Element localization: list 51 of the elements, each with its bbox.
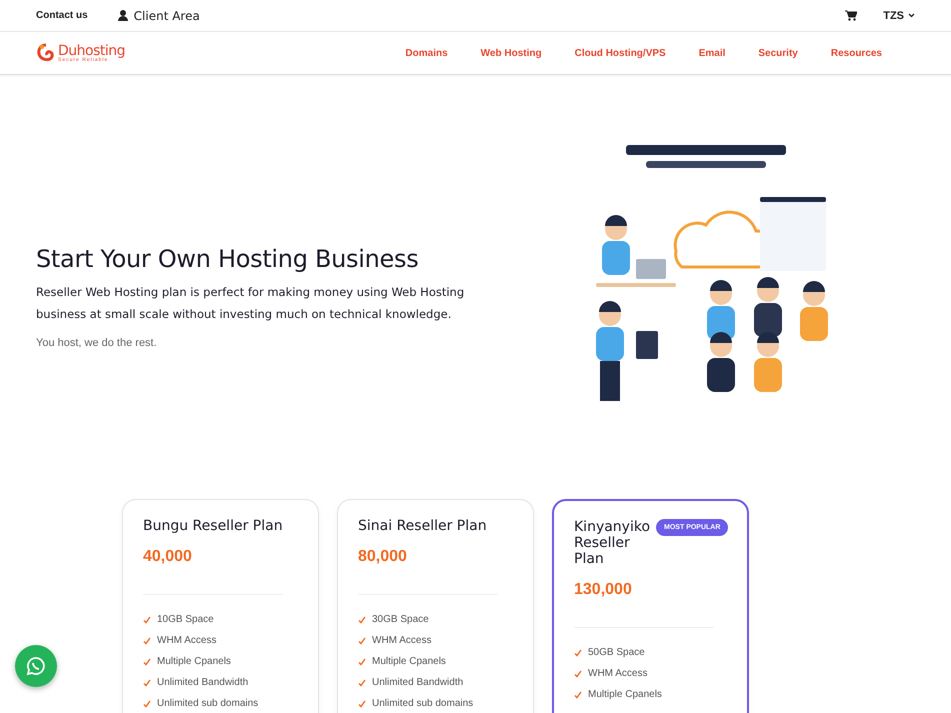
feature-text: WHM Access bbox=[157, 635, 216, 646]
hero-title: Start Your Own Hosting Business bbox=[36, 245, 420, 273]
check-icon bbox=[358, 700, 366, 708]
hero-note: You host, we do the rest. bbox=[36, 337, 158, 349]
plan-price: 40,000 bbox=[143, 548, 193, 566]
feature-text: Unlimited sub domains bbox=[372, 698, 474, 709]
check-icon bbox=[143, 678, 151, 686]
hero-description: Reseller Web Hosting plan is perfect for making money using Web Hosting business at small scale without investing much on technical knowledge. bbox=[36, 284, 466, 323]
plan-name: Sinai Reseller Plan bbox=[358, 518, 487, 534]
feature-text: Unlimited Bandwidth bbox=[372, 677, 464, 688]
plan-name: Bungu Reseller Plan bbox=[143, 518, 283, 534]
plan-price: 130,000 bbox=[574, 581, 633, 599]
feature-text: 10GB Space bbox=[157, 614, 214, 625]
nav-link[interactable]: Resources bbox=[830, 48, 882, 58]
nav-link[interactable]: Web Hosting bbox=[480, 48, 542, 58]
feature-text: Multiple Cpanels bbox=[372, 656, 446, 667]
check-icon bbox=[574, 690, 582, 698]
chat-bubble-icon bbox=[26, 656, 46, 676]
check-icon bbox=[574, 648, 582, 656]
chevron-down-icon bbox=[908, 13, 915, 18]
currency-selector[interactable]: TZS bbox=[883, 10, 915, 22]
check-icon bbox=[143, 658, 151, 666]
feature-text: Multiple Cpanels bbox=[588, 689, 662, 700]
contact-link[interactable]: Contact us bbox=[36, 10, 88, 21]
logo-name: Duhosting bbox=[58, 44, 126, 58]
nav-link[interactable]: Email bbox=[698, 48, 726, 58]
plan-price: 80,000 bbox=[358, 548, 408, 566]
feature-text: 30GB Space bbox=[372, 614, 429, 625]
nav-link[interactable]: Security bbox=[758, 48, 798, 58]
check-icon bbox=[358, 616, 366, 624]
nav-link[interactable]: Cloud Hosting/VPS bbox=[574, 48, 666, 58]
check-icon bbox=[143, 616, 151, 624]
check-icon bbox=[574, 670, 582, 678]
check-icon bbox=[143, 636, 151, 644]
check-icon bbox=[358, 636, 366, 644]
feature-text: Unlimited Bandwidth bbox=[157, 677, 248, 688]
logo-icon bbox=[36, 43, 56, 63]
check-icon bbox=[358, 678, 366, 686]
client-area-link[interactable]: Client Area bbox=[118, 8, 200, 22]
cart-icon[interactable] bbox=[845, 10, 858, 21]
feature-text: WHM Access bbox=[372, 635, 432, 646]
whatsapp-button[interactable] bbox=[15, 645, 57, 687]
user-icon bbox=[118, 10, 128, 21]
check-icon bbox=[143, 700, 151, 708]
feature-text: WHM Access bbox=[588, 668, 648, 679]
feature-text: Unlimited sub domains bbox=[157, 698, 258, 709]
nav-link[interactable]: Domains bbox=[405, 48, 448, 58]
feature-text: 50GB Space bbox=[588, 647, 645, 658]
check-icon bbox=[358, 658, 366, 666]
feature-text: Multiple Cpanels bbox=[157, 656, 231, 667]
plan-name: Kinyanyiko Reseller Plan bbox=[574, 519, 650, 567]
